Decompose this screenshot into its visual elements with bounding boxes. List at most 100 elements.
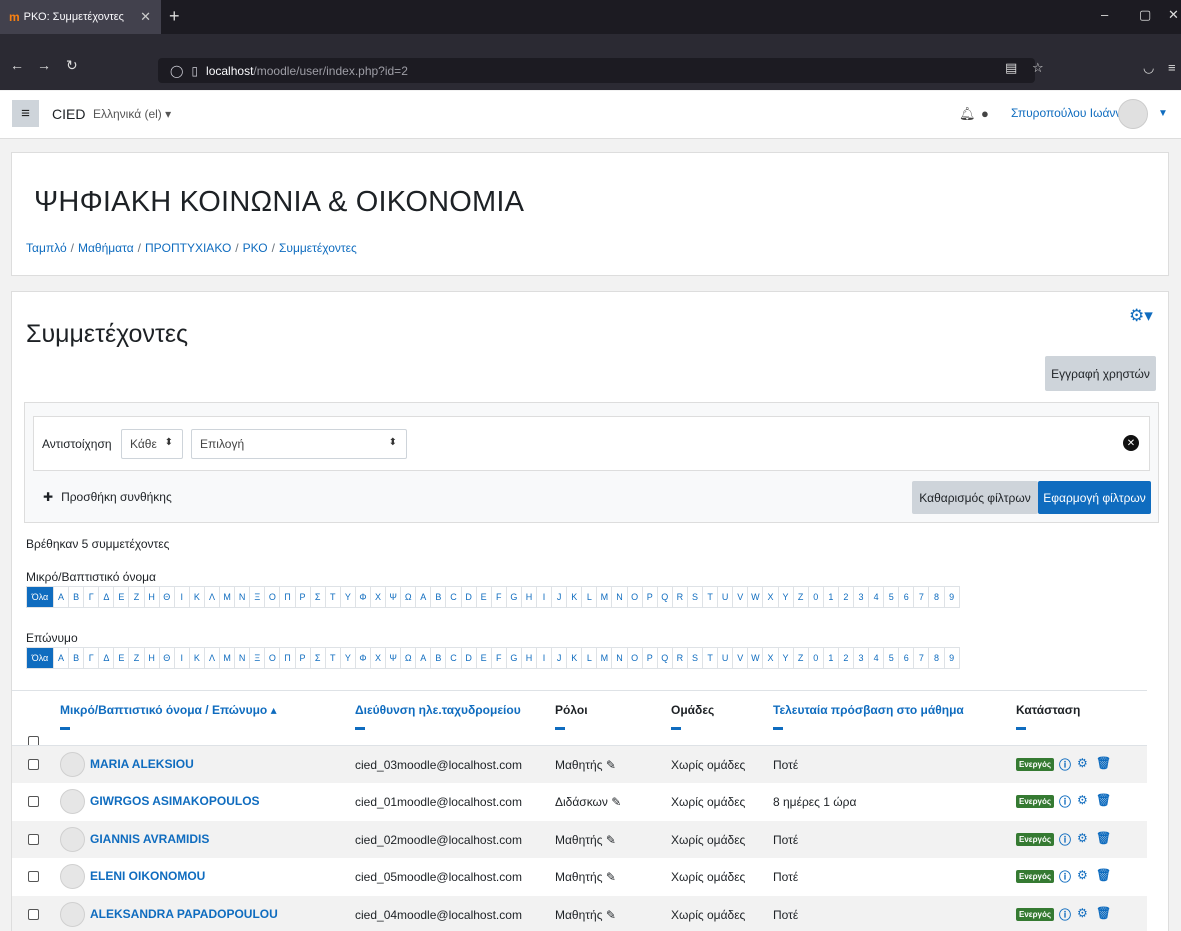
participant-name[interactable]: ELENI OIKONOMOU	[90, 869, 205, 883]
firstname-initial-50[interactable]: Z	[792, 587, 808, 607]
breadcrumb-courses[interactable]: Μαθήματα	[78, 241, 134, 255]
forward-icon[interactable]: →	[37, 57, 51, 73]
lastname-initial-52[interactable]: 1	[822, 648, 838, 668]
pencil-icon[interactable]: ✎	[611, 795, 621, 809]
info-icon[interactable]: ⓘ	[1059, 793, 1071, 810]
add-condition-link[interactable]: ✚ Προσθήκη συνθήκης	[43, 490, 172, 504]
firstname-initial-56[interactable]: 5	[883, 587, 898, 607]
lastname-initial-35[interactable]: K	[566, 648, 581, 668]
trash-icon[interactable]: 🗑︎	[1096, 906, 1111, 920]
firstname-initial-37[interactable]: M	[596, 587, 611, 607]
firstname-initial-46[interactable]: V	[732, 587, 747, 607]
lastname-initial-34[interactable]: J	[551, 648, 566, 668]
firstname-initial-48[interactable]: X	[762, 587, 777, 607]
pencil-icon[interactable]: ✎	[606, 758, 616, 772]
firstname-initial-55[interactable]: 4	[868, 587, 883, 607]
lastname-initial-60[interactable]: 9	[943, 648, 959, 668]
info-icon[interactable]: ⓘ	[1059, 868, 1071, 885]
col-status-collapse-icon[interactable]	[1016, 727, 1026, 730]
lastname-initial-9[interactable]: Ι	[173, 648, 189, 668]
drawer-toggle-icon[interactable]: ≡	[12, 100, 39, 127]
user-menu-name[interactable]: Σπυροπούλου Ιωάννα	[1011, 106, 1128, 120]
site-name[interactable]: CIED	[52, 106, 85, 122]
lastname-initial-20[interactable]: Υ	[339, 648, 355, 668]
match-select[interactable]: Κάθε ⬍	[121, 429, 183, 459]
firstname-initial-4[interactable]: Δ	[98, 587, 113, 607]
firstname-initial-58[interactable]: 7	[913, 587, 928, 607]
avatar[interactable]	[60, 789, 85, 814]
firstname-initial-34[interactable]: J	[551, 587, 566, 607]
new-tab-icon[interactable]: +	[169, 6, 180, 27]
gear-icon[interactable]: ⚙	[1077, 831, 1088, 845]
lastname-initial-42[interactable]: R	[671, 648, 687, 668]
lastname-initial-11[interactable]: Λ	[203, 648, 219, 668]
firstname-initial-47[interactable]: W	[747, 587, 762, 607]
window-close-icon[interactable]: ✕	[1168, 7, 1179, 23]
lastname-initial-53[interactable]: 2	[837, 648, 853, 668]
lastname-initial-16[interactable]: Π	[279, 648, 294, 668]
col-last-access-collapse-icon[interactable]	[773, 727, 783, 730]
lastname-initial-15[interactable]: Ο	[264, 648, 279, 668]
lastname-initial-50[interactable]: Z	[792, 648, 808, 668]
tab-close-icon[interactable]: ✕	[140, 9, 151, 25]
lastname-initial-24[interactable]: Ω	[400, 648, 415, 668]
avatar[interactable]	[60, 827, 85, 852]
firstname-initial-22[interactable]: Χ	[369, 587, 385, 607]
firstname-initial-54[interactable]: 3	[852, 587, 868, 607]
breadcrumb-course[interactable]: ΡΚΟ	[243, 241, 268, 255]
lastname-initial-18[interactable]: Σ	[309, 648, 325, 668]
bookmark-star-icon[interactable]: ☆	[1032, 60, 1044, 76]
lastname-initial-37[interactable]: M	[596, 648, 611, 668]
gear-icon[interactable]: ⚙	[1077, 793, 1088, 807]
firstname-initial-17[interactable]: Ρ	[294, 587, 310, 607]
row-select-checkbox[interactable]	[28, 834, 39, 845]
lastname-initial-31[interactable]: G	[505, 648, 521, 668]
row-select-checkbox[interactable]	[28, 909, 39, 920]
lastname-initial-1[interactable]: Α	[53, 648, 68, 668]
lastname-initial-29[interactable]: E	[475, 648, 491, 668]
breadcrumb-participants[interactable]: Συμμετέχοντες	[279, 241, 357, 255]
firstname-initial-59[interactable]: 8	[928, 587, 943, 607]
lastname-initial-57[interactable]: 6	[898, 648, 913, 668]
lastname-initial-30[interactable]: F	[490, 648, 506, 668]
lastname-initial-58[interactable]: 7	[913, 648, 928, 668]
lastname-initial-54[interactable]: 3	[852, 648, 868, 668]
firstname-initial-51[interactable]: 0	[807, 587, 823, 607]
pencil-icon[interactable]: ✎	[606, 833, 616, 847]
lastname-initial-45[interactable]: U	[717, 648, 732, 668]
firstname-initial-0[interactable]: Όλα	[27, 587, 53, 607]
firstname-initial-15[interactable]: Ο	[264, 587, 279, 607]
lastname-initial-10[interactable]: Κ	[188, 648, 204, 668]
lastname-initial-3[interactable]: Γ	[83, 648, 98, 668]
firstname-initial-52[interactable]: 1	[822, 587, 838, 607]
lastname-initial-28[interactable]: D	[460, 648, 476, 668]
firstname-initial-31[interactable]: G	[505, 587, 521, 607]
notifications-bell-icon[interactable]: 🔔︎	[959, 106, 976, 122]
info-icon[interactable]: ⓘ	[1059, 831, 1071, 848]
firstname-initial-40[interactable]: P	[641, 587, 657, 607]
firstname-initial-42[interactable]: R	[671, 587, 687, 607]
firstname-initial-20[interactable]: Υ	[339, 587, 355, 607]
firstname-initial-41[interactable]: Q	[656, 587, 672, 607]
firstname-initial-7[interactable]: Η	[143, 587, 159, 607]
gear-icon[interactable]: ⚙	[1077, 756, 1088, 770]
row-select-checkbox[interactable]	[28, 796, 39, 807]
firstname-initial-24[interactable]: Ω	[400, 587, 415, 607]
firstname-initial-45[interactable]: U	[717, 587, 732, 607]
firstname-initial-1[interactable]: Α	[53, 587, 68, 607]
lastname-initial-32[interactable]: H	[520, 648, 536, 668]
avatar[interactable]	[60, 902, 85, 927]
lastname-initial-23[interactable]: Ψ	[385, 648, 400, 668]
lastname-initial-48[interactable]: X	[762, 648, 777, 668]
participant-name[interactable]: MARIA ALEKSIOU	[90, 757, 194, 771]
lastname-initial-25[interactable]: A	[415, 648, 430, 668]
lastname-initial-46[interactable]: V	[732, 648, 747, 668]
trash-icon[interactable]: 🗑︎	[1096, 793, 1111, 807]
firstname-initial-16[interactable]: Π	[279, 587, 294, 607]
lastname-initial-47[interactable]: W	[747, 648, 762, 668]
lastname-initial-14[interactable]: Ξ	[249, 648, 264, 668]
trash-icon[interactable]: 🗑︎	[1096, 831, 1111, 845]
col-header-email[interactable]: Διεύθυνση ηλε.ταχυδρομείου	[355, 703, 521, 717]
firstname-initial-29[interactable]: E	[475, 587, 491, 607]
col-name-collapse-icon[interactable]	[60, 727, 70, 730]
